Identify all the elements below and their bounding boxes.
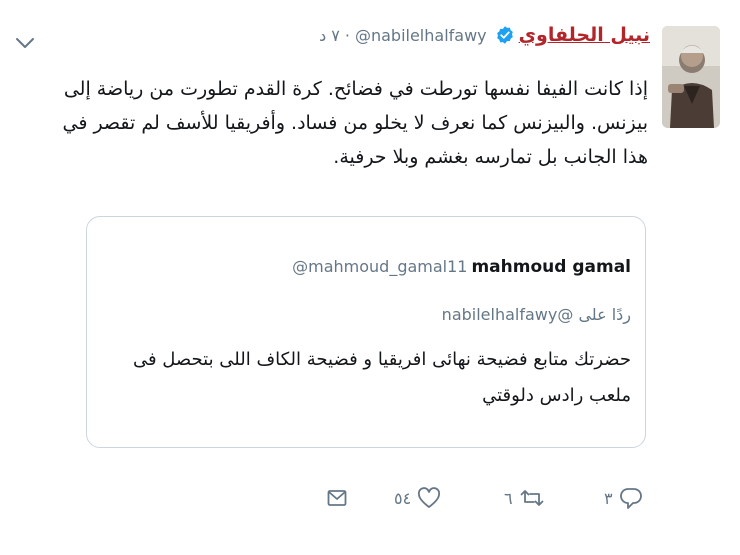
reply-icon — [619, 488, 642, 509]
like-button[interactable]: ٥٤ — [388, 478, 441, 518]
replying-to-label: ردًا على — [578, 305, 631, 324]
author-handle[interactable]: @nabilelhalfawy — [355, 26, 487, 45]
chevron-down-icon[interactable] — [14, 34, 36, 52]
quoted-tweet-header: mahmoud gamal @mahmoud_gamal11 — [292, 257, 631, 277]
quoted-tweet[interactable]: mahmoud gamal @mahmoud_gamal11 ردًا على … — [86, 216, 646, 448]
quoted-tweet-text: حضرتك متابع فضيحة نهائى افريقيا و فضيحة … — [132, 349, 631, 406]
separator-dot: · — [344, 25, 350, 45]
avatar[interactable] — [662, 26, 720, 128]
quoted-author-handle: @mahmoud_gamal11 — [292, 257, 468, 276]
direct-message-button[interactable] — [326, 478, 348, 518]
verified-badge-icon — [496, 26, 513, 44]
quoted-author-name: mahmoud gamal — [471, 257, 631, 277]
replying-to: ردًا على @nabilelhalfawy — [442, 305, 631, 324]
reply-button[interactable]: ٣ — [598, 478, 643, 518]
tweet-actions: ٣ ٦ ٥٤ — [0, 478, 740, 518]
author-display-name[interactable]: نبيل الحلفاوي — [519, 24, 650, 46]
dm-icon — [327, 490, 347, 506]
replying-to-handle[interactable]: @nabilelhalfawy — [442, 305, 574, 324]
tweet: نبيل الحلفاوي @nabilelhalfawy · ٧ د إذا … — [0, 0, 740, 555]
reply-count: ٣ — [604, 488, 613, 508]
tweet-timestamp[interactable]: ٧ د — [319, 26, 340, 45]
retweet-button[interactable]: ٦ — [498, 478, 545, 518]
retweet-icon — [520, 490, 543, 506]
like-count: ٥٤ — [394, 488, 412, 508]
like-icon — [418, 487, 441, 508]
tweet-body-text: إذا كانت الفيفا نفسها تورطت في فضائح. كر… — [62, 78, 648, 168]
tweet-header: نبيل الحلفاوي @nabilelhalfawy · ٧ د — [319, 24, 650, 46]
retweet-count: ٦ — [504, 488, 513, 508]
